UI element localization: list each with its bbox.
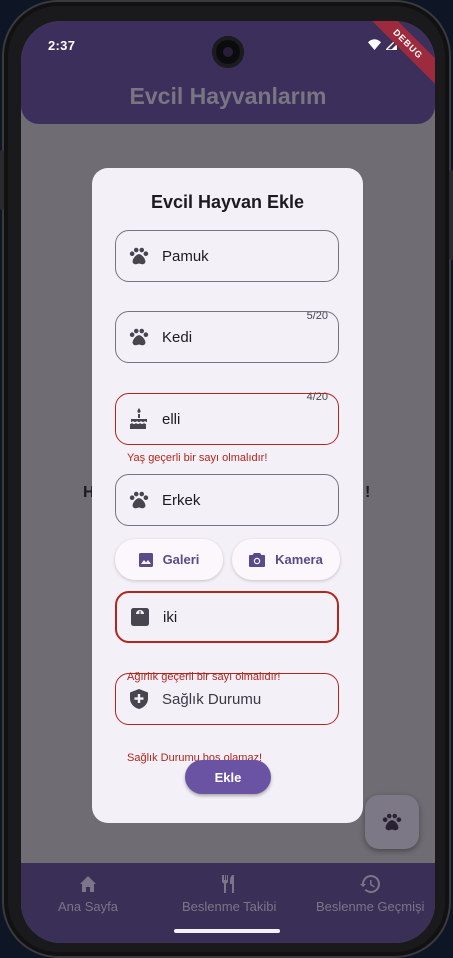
pet-age-field[interactable]: elli [115,393,339,445]
debug-banner: DEBUG [345,21,435,111]
scale-icon [117,608,163,626]
pet-weight-value: iki [163,608,178,626]
pet-gender-value: Erkek [162,491,201,509]
paw-icon [116,326,162,348]
pet-name-value: Pamuk [162,247,209,265]
camera-label: Kamera [275,552,323,567]
home-indicator[interactable] [174,929,280,933]
debug-label: DEBUG [362,21,435,90]
pet-health-field[interactable]: Sağlık Durumu [115,673,339,725]
background-title-right: ! [365,484,371,501]
camera-icon [249,552,266,567]
paw-icon [116,489,162,511]
add-pet-fab[interactable] [365,795,419,849]
status-time: 2:37 [48,38,76,53]
phone-power-button [449,170,453,260]
health-shield-icon [116,689,162,709]
phone-side-button [0,150,4,210]
home-icon [80,876,96,892]
history-icon [360,875,381,893]
front-camera [212,36,244,68]
pet-age-value: elli [162,410,181,428]
dialog-title: Evcil Hayvan Ekle [150,192,305,212]
paw-icon [116,245,162,267]
gallery-button[interactable]: Galeri [115,539,223,580]
pet-species-value: Kedi [162,328,193,346]
screen: Evcil Hayvanlarım 2:37 DEBUG H ! Ana Say… [21,21,435,943]
nav-label-feeding: Beslenme Takibi [182,899,277,914]
pet-name-field[interactable]: Pamuk [115,230,339,282]
camera-button[interactable]: Kamera [232,539,340,580]
image-icon [138,552,153,567]
cake-icon [116,408,162,430]
nav-item-home[interactable]: Ana Sayfa [58,875,118,914]
add-button[interactable]: Ekle [185,760,271,794]
nav-item-feeding-history[interactable]: Beslenme Geçmişi [316,875,424,914]
nav-item-feeding[interactable]: Beslenme Takibi [182,875,276,914]
nav-label-home: Ana Sayfa [58,899,118,914]
nav-label-feeding-history: Beslenme Geçmişi [316,899,425,914]
add-pet-dialog: Evcil Hayvan Ekle Pamuk 5/20 Kedi 4/20 e… [92,168,363,823]
pet-gender-field[interactable]: Erkek [115,474,339,526]
pet-species-field[interactable]: Kedi [115,311,339,363]
pet-weight-field[interactable]: iki [115,591,339,643]
gallery-label: Galeri [162,552,200,567]
pet-age-error: Yaş geçerli bir sayı olmalıdır! [127,452,268,464]
paw-icon [382,813,402,831]
restaurant-icon [222,875,235,893]
pet-health-placeholder: Sağlık Durumu [162,690,262,708]
